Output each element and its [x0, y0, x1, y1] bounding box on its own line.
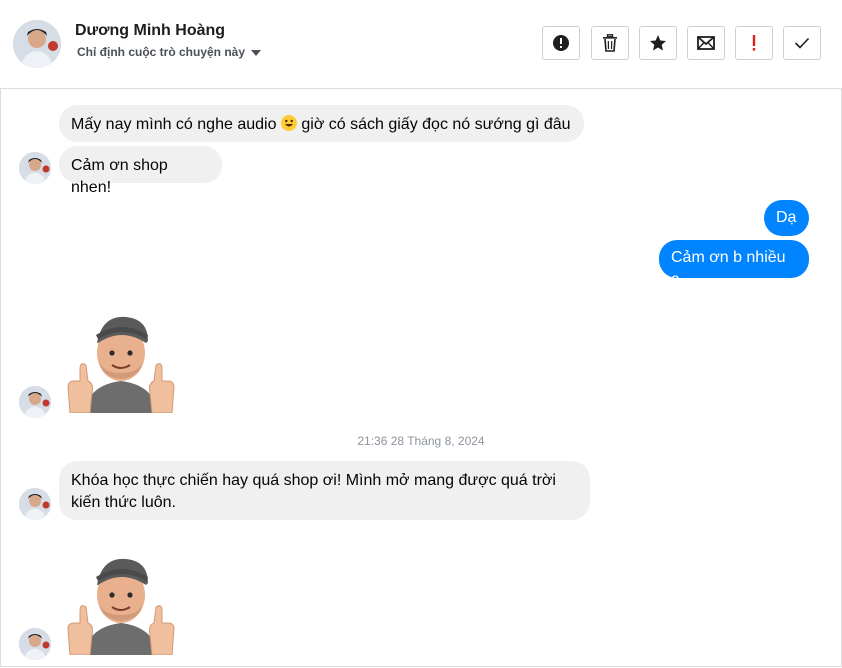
exclamation-icon — [752, 35, 756, 51]
mail-icon — [697, 36, 715, 50]
avatar — [19, 152, 51, 184]
follow-up-button[interactable] — [735, 26, 773, 60]
thumbs-up-avatar-sticker[interactable] — [62, 313, 180, 414]
mark-done-button[interactable] — [783, 26, 821, 60]
message-text: Cảm ơn b nhiều ạ — [671, 249, 786, 288]
message-timestamp: 21:36 28 Tháng 8, 2024 — [357, 434, 485, 448]
alert-icon — [553, 35, 569, 51]
caret-down-icon — [251, 49, 262, 56]
assign-label: Chỉ định cuộc trò chuyện này — [77, 45, 246, 59]
incoming-message[interactable]: Mấy nay mình có nghe audio giờ có sách g… — [59, 105, 584, 142]
avatar — [19, 386, 51, 418]
assign-conversation-dropdown[interactable]: Chỉ định cuộc trò chuyện này — [77, 45, 262, 59]
delete-button[interactable] — [591, 26, 629, 60]
conversation-header: Dương Minh Hoàng Chỉ định cuộc trò chuyệ… — [0, 0, 842, 89]
incoming-message[interactable]: Khóa học thực chiến hay quá shop ơi! Mìn… — [59, 461, 590, 520]
grinning-emoji-icon — [280, 115, 297, 131]
message-thread[interactable]: Mấy nay mình có nghe audio giờ có sách g… — [0, 89, 842, 666]
message-text: giờ có sách giấy đọc nó sướng gì đâu — [301, 116, 571, 133]
message-text: Dạ — [776, 209, 797, 226]
report-button[interactable] — [542, 26, 580, 60]
thumbs-up-avatar-sticker[interactable] — [62, 555, 180, 656]
contact-name[interactable]: Dương Minh Hoàng — [75, 22, 225, 40]
message-text: Mấy nay mình có nghe audio — [71, 116, 277, 133]
message-text: Khóa học thực chiến hay quá shop ơi! Mìn… — [71, 472, 556, 489]
avatar — [19, 628, 51, 660]
check-icon — [794, 37, 810, 49]
star-icon — [650, 35, 666, 51]
mark-unread-button[interactable] — [687, 26, 725, 60]
star-button[interactable] — [639, 26, 677, 60]
avatar[interactable] — [13, 20, 61, 68]
message-text: Cảm ơn shop nhen! — [71, 157, 168, 196]
trash-icon — [603, 34, 617, 52]
avatar — [19, 488, 51, 520]
message-text: kiến thức luôn. — [71, 494, 176, 511]
incoming-message[interactable]: Cảm ơn shop nhen! — [59, 146, 222, 196]
outgoing-message[interactable]: Dạ — [764, 200, 809, 236]
outgoing-message[interactable]: Cảm ơn b nhiều ạ — [659, 240, 809, 288]
